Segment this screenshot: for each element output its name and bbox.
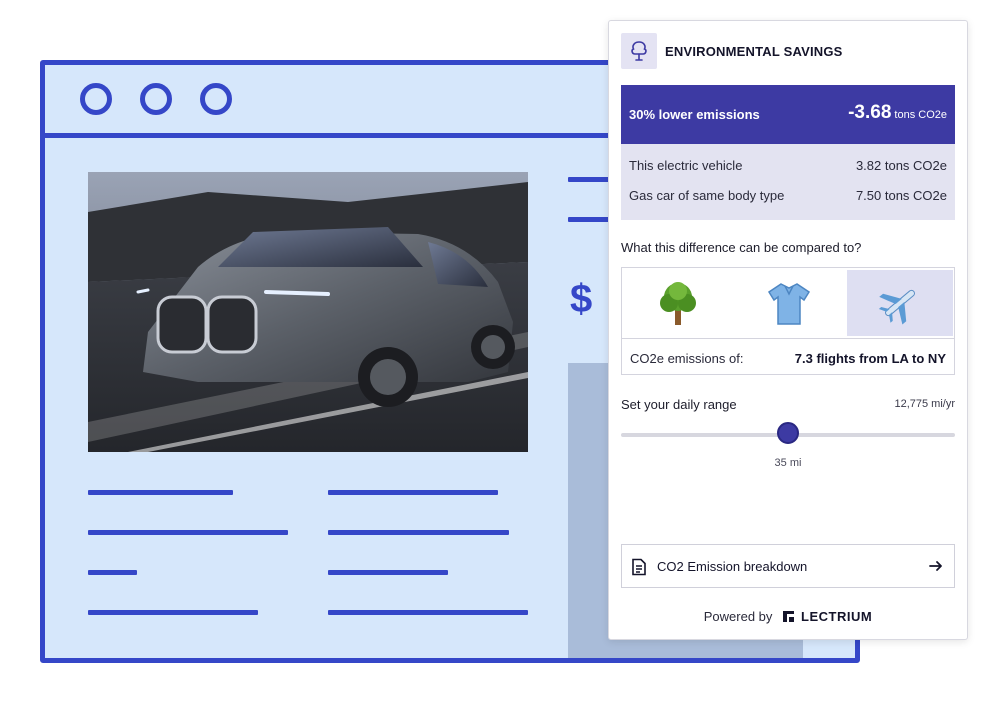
airplane-icon bbox=[878, 289, 915, 325]
comparison-row-gas: Gas car of same body type 7.50 tons CO2e bbox=[629, 188, 947, 203]
breakdown-label: CO2 Emission breakdown bbox=[657, 559, 808, 574]
arrow-right-icon bbox=[929, 561, 942, 571]
emission-breakdown-button[interactable]: CO2 Emission breakdown bbox=[621, 544, 955, 588]
panel-header: ENVIRONMENTAL SAVINGS bbox=[621, 33, 955, 69]
text-placeholder-line bbox=[88, 570, 137, 575]
brand-name: LECTRIUM bbox=[801, 609, 873, 624]
document-icon bbox=[632, 558, 646, 576]
text-placeholder-line bbox=[328, 490, 498, 495]
comparison-label: This electric vehicle bbox=[629, 158, 743, 173]
dollar-icon: $ bbox=[570, 277, 593, 321]
text-placeholder-line bbox=[328, 530, 509, 535]
savings-banner: 30% lower emissions -3.68 tons CO2e bbox=[621, 85, 955, 144]
equivalent-value: 7.3 flights from LA to NY bbox=[794, 351, 946, 366]
airplane-option[interactable] bbox=[847, 270, 953, 336]
equivalents-question: What this difference can be compared to? bbox=[621, 240, 862, 255]
window-dot bbox=[80, 83, 112, 115]
savings-unit: tons CO2e bbox=[894, 109, 947, 121]
savings-amount: -3.68 tons CO2e bbox=[848, 102, 947, 124]
environmental-savings-panel: ENVIRONMENTAL SAVINGS 30% lower emission… bbox=[608, 20, 968, 640]
daily-range-slider[interactable] bbox=[621, 422, 955, 444]
annual-range-readout: 12,775 mi/yr bbox=[894, 398, 955, 410]
tree-icon bbox=[660, 281, 696, 325]
equivalents-options bbox=[622, 268, 954, 339]
lectrium-logo-icon bbox=[783, 611, 795, 622]
text-placeholder-line bbox=[328, 570, 448, 575]
comparison-value: 7.50 tons CO2e bbox=[855, 188, 947, 203]
text-placeholder-line bbox=[88, 610, 258, 615]
text-placeholder-line bbox=[88, 530, 288, 535]
window-dot bbox=[200, 83, 232, 115]
equivalents-selector: CO2e emissions of: 7.3 flights from LA t… bbox=[621, 267, 955, 375]
powered-by-label: Powered by bbox=[703, 609, 773, 624]
daily-range-value: 35 mi bbox=[774, 457, 802, 469]
shirt-icon bbox=[767, 282, 811, 325]
tree-option[interactable] bbox=[625, 270, 731, 336]
comparison-row-ev: This electric vehicle 3.82 tons CO2e bbox=[629, 158, 947, 173]
window-dot bbox=[140, 83, 172, 115]
text-placeholder-line bbox=[88, 490, 233, 495]
panel-title: ENVIRONMENTAL SAVINGS bbox=[665, 44, 843, 59]
daily-range-title: Set your daily range bbox=[621, 397, 737, 412]
slider-thumb[interactable] bbox=[777, 422, 799, 444]
equivalent-label: CO2e emissions of: bbox=[630, 351, 744, 366]
text-placeholder-line bbox=[568, 217, 613, 222]
text-placeholder-line bbox=[568, 177, 613, 182]
comparison-label: Gas car of same body type bbox=[629, 188, 785, 203]
tree-outline-icon bbox=[621, 33, 657, 69]
emissions-comparison: This electric vehicle 3.82 tons CO2e Gas… bbox=[621, 144, 955, 220]
savings-value: -3.68 bbox=[848, 102, 892, 123]
powered-by: Powered by LECTRIUM bbox=[609, 609, 967, 624]
savings-percent-label: 30% lower emissions bbox=[629, 107, 760, 122]
car-photo bbox=[88, 172, 528, 452]
text-placeholder-line bbox=[328, 610, 528, 615]
shirt-option[interactable] bbox=[736, 270, 842, 336]
comparison-value: 3.82 tons CO2e bbox=[855, 158, 947, 173]
